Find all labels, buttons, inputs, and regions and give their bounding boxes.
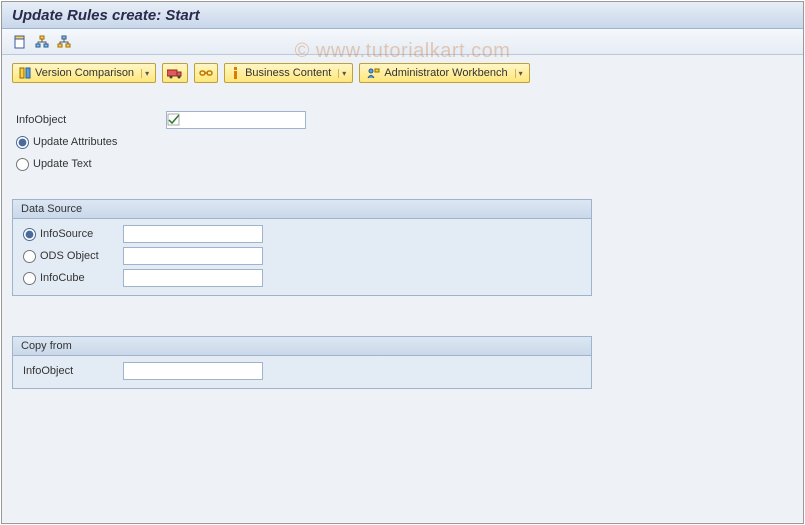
version-comparison-button[interactable]: Version Comparison ▾ <box>12 63 156 83</box>
hierarchy-icon[interactable] <box>34 34 50 50</box>
admin-workbench-label: Administrator Workbench <box>384 67 507 79</box>
ods-option[interactable]: ODS Object <box>23 250 123 263</box>
workbench-icon <box>366 67 380 79</box>
ods-row: ODS Object <box>19 245 585 267</box>
link-icon <box>199 67 213 79</box>
infocube-label: InfoCube <box>40 272 85 284</box>
data-source-body: InfoSource ODS Object InfoCube <box>13 219 591 295</box>
version-comparison-label: Version Comparison <box>35 67 134 79</box>
info-icon <box>231 67 241 79</box>
infosource-option[interactable]: InfoSource <box>23 228 123 241</box>
icon-toolbar <box>2 29 803 55</box>
copy-from-title: Copy from <box>13 337 591 356</box>
infocube-option[interactable]: InfoCube <box>23 272 123 285</box>
copy-infoobject-input[interactable] <box>123 362 263 380</box>
infosource-radio[interactable] <box>23 228 36 241</box>
infoobject-label: InfoObject <box>16 114 166 126</box>
button-toolbar: Version Comparison ▾ Business Content ▾ … <box>12 63 793 83</box>
business-content-label: Business Content <box>245 67 331 79</box>
admin-workbench-button[interactable]: Administrator Workbench ▾ <box>359 63 529 83</box>
truck-icon <box>167 67 183 79</box>
infosource-row: InfoSource <box>19 223 585 245</box>
ods-input[interactable] <box>123 247 263 265</box>
document-icon[interactable] <box>12 34 28 50</box>
hierarchy-alt-icon[interactable] <box>56 34 72 50</box>
infosource-input[interactable] <box>123 225 263 243</box>
update-text-radio[interactable] <box>16 158 29 171</box>
infoobject-row: InfoObject <box>12 109 793 131</box>
data-source-group: Data Source InfoSource ODS Object <box>12 199 592 296</box>
data-source-title: Data Source <box>13 200 591 219</box>
update-text-option[interactable]: Update Text <box>16 158 92 171</box>
app-window: Update Rules create: Start © www.tutoria… <box>1 1 804 524</box>
infocube-row: InfoCube <box>19 267 585 289</box>
infocube-input[interactable] <box>123 269 263 287</box>
transport-button[interactable] <box>162 63 188 83</box>
update-attributes-radio[interactable] <box>16 136 29 149</box>
dropdown-icon: ▾ <box>141 69 149 78</box>
content-area: Version Comparison ▾ Business Content ▾ … <box>2 55 803 522</box>
link-button[interactable] <box>194 63 218 83</box>
ods-label: ODS Object <box>40 250 99 262</box>
infosource-label: InfoSource <box>40 228 93 240</box>
update-attributes-option[interactable]: Update Attributes <box>16 136 117 149</box>
page-title: Update Rules create: Start <box>2 2 803 29</box>
copy-from-body: InfoObject <box>13 356 591 388</box>
infocube-radio[interactable] <box>23 272 36 285</box>
update-attributes-label: Update Attributes <box>33 136 117 148</box>
infoobject-input[interactable] <box>166 111 306 129</box>
copy-from-group: Copy from InfoObject <box>12 336 592 389</box>
ods-radio[interactable] <box>23 250 36 263</box>
business-content-button[interactable]: Business Content ▾ <box>224 63 353 83</box>
compare-icon <box>19 67 31 79</box>
update-attributes-row: Update Attributes <box>12 131 793 153</box>
copy-infoobject-label: InfoObject <box>23 365 123 377</box>
dropdown-icon: ▾ <box>515 69 523 78</box>
dropdown-icon: ▾ <box>338 69 346 78</box>
update-text-label: Update Text <box>33 158 92 170</box>
update-text-row: Update Text <box>12 153 793 175</box>
copy-infoobject-row: InfoObject <box>19 360 585 382</box>
